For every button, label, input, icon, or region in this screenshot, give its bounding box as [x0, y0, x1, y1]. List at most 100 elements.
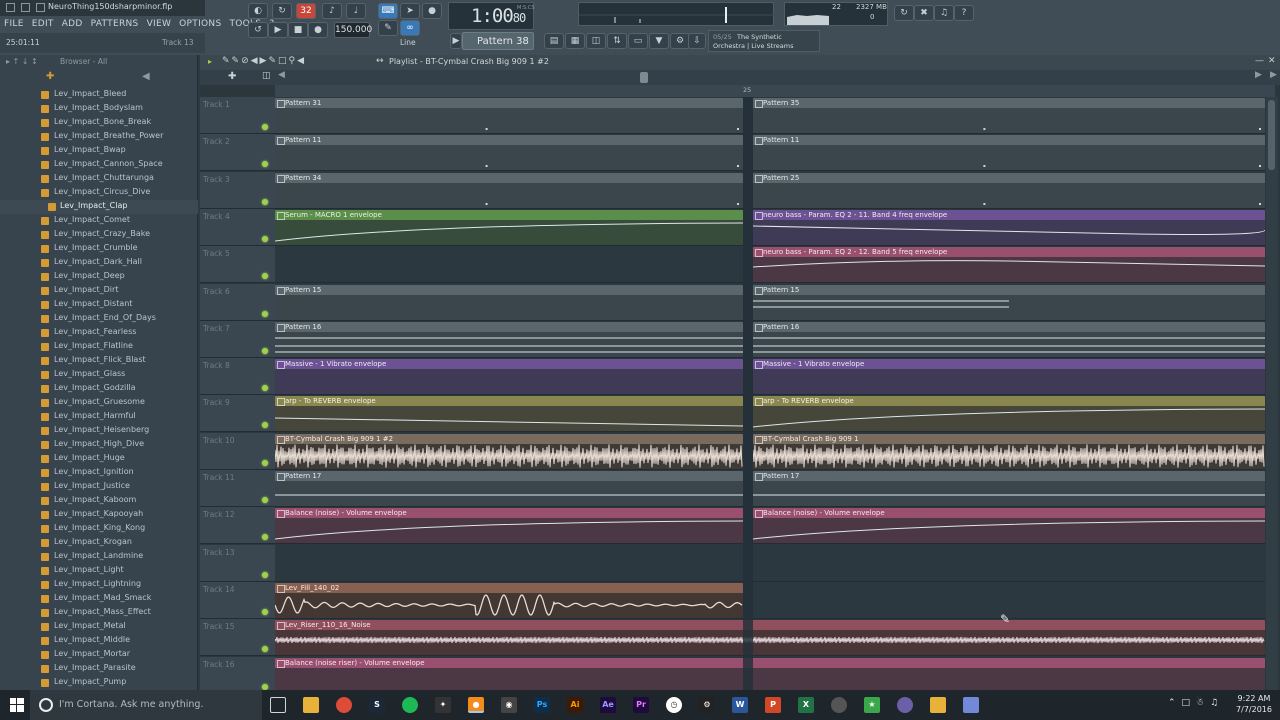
after-effects-icon[interactable]: Ae [600, 697, 616, 713]
timeline-ruler[interactable]: 25 [275, 85, 1275, 97]
playlist-clip[interactable]: Pattern 11 [275, 135, 743, 170]
steam-icon[interactable]: S [369, 697, 385, 713]
app-icon-4[interactable]: ★ [864, 697, 880, 713]
time-display[interactable]: 1:0080 M:S:CS [448, 2, 535, 30]
typing-keyboard-icon[interactable]: ⌨ [378, 3, 398, 19]
menu-add[interactable]: ADD [58, 17, 87, 31]
browser-item[interactable]: Lev_Impact_Crumble [0, 242, 198, 256]
playlist-clip[interactable]: Pattern 15 [275, 285, 743, 320]
playlist-clip[interactable]: neuro bass - Param. EQ 2 - 12. Band 5 fr… [753, 247, 1265, 282]
track-enable-led[interactable] [262, 609, 268, 615]
playlist-icon[interactable]: ▤ [544, 33, 564, 49]
track-enable-led[interactable] [262, 497, 268, 503]
track-header[interactable]: Track 7 [200, 321, 275, 358]
browser-item[interactable]: Lev_Impact_King_Kong [0, 522, 198, 536]
file-explorer-icon[interactable] [303, 697, 319, 713]
track-lane[interactable] [275, 545, 1265, 582]
track-header[interactable]: Track 3 [200, 172, 275, 209]
news-panel[interactable]: 05/25 The Synthetic Orchestra | Live Str… [708, 30, 820, 52]
download-icon[interactable]: ⇩ [688, 33, 706, 49]
track-lane[interactable]: Pattern 31 Pattern 35 [275, 97, 1265, 134]
browser-item[interactable]: Lev_Impact_Dark_Hall [0, 256, 198, 270]
microphone-icon[interactable]: ♫ [934, 5, 954, 21]
playlist-clip[interactable]: BT-Cymbal Crash Big 909 1 #2 [275, 434, 743, 469]
discord-icon[interactable] [963, 697, 979, 713]
browser-item[interactable]: Lev_Impact_Landmine [0, 550, 198, 564]
powerpoint-icon[interactable]: P [765, 697, 781, 713]
stop-icon[interactable]: ■ [288, 22, 308, 38]
excel-icon[interactable]: X [798, 697, 814, 713]
browser-item[interactable]: Lev_Impact_Krogan [0, 536, 198, 550]
speaker-icon[interactable]: ◀ [142, 71, 150, 82]
browser-item[interactable]: Lev_Impact_Circus_Dive [0, 186, 198, 200]
playlist-clip[interactable]: Balance (noise) - Volume envelope [753, 508, 1265, 543]
refresh-icon[interactable]: ↻ [894, 5, 914, 21]
playlist-clip[interactable]: Serum - MACRO 1 envelope [275, 210, 743, 245]
plugin-icon[interactable]: ▼ [649, 33, 669, 49]
scroll-left-icon[interactable]: ◀ [278, 70, 285, 80]
browser-item[interactable]: Lev_Impact_Light [0, 564, 198, 578]
chrome-icon[interactable] [336, 697, 352, 713]
app-icon-3[interactable] [831, 697, 847, 713]
loop-icon[interactable]: ↻ [272, 3, 292, 19]
track-lane[interactable]: Massive - 1 Vibrato envelope Massive - 1 … [275, 358, 1265, 395]
browser-item[interactable]: Lev_Impact_Middle [0, 634, 198, 648]
track-enable-led[interactable] [262, 572, 268, 578]
playlist-close-icon[interactable]: ✕ [1268, 56, 1276, 66]
browser-item[interactable]: Lev_Impact_Bwap [0, 144, 198, 158]
horizontal-scrollbar[interactable] [640, 72, 648, 83]
help-icon[interactable]: ? [954, 5, 974, 21]
playlist-tools-icon[interactable]: ✎✎⊘◀▶✎□⚲◀ [222, 56, 306, 66]
browser-item[interactable]: Lev_Impact_Parasite [0, 662, 198, 676]
track-enable-led[interactable] [262, 311, 268, 317]
browser-item[interactable]: Lev_Impact_Gruesome [0, 396, 198, 410]
browser-item[interactable]: Lev_Impact_Heisenberg [0, 424, 198, 438]
track-enable-led[interactable] [262, 161, 268, 167]
track-enable-led[interactable] [262, 646, 268, 652]
track-header[interactable]: Track 9 [200, 395, 275, 432]
browser-item[interactable]: Lev_Impact_Cannon_Space [0, 158, 198, 172]
maximize-icon[interactable] [21, 3, 30, 12]
spotify-icon[interactable] [402, 697, 418, 713]
track-header[interactable]: Track 11 [200, 470, 275, 507]
app-icon-5[interactable] [897, 697, 913, 713]
tools-icon[interactable]: ⚙ [670, 33, 690, 49]
menu-view[interactable]: VIEW [143, 17, 176, 31]
song-mode-icon[interactable]: ◐ [248, 3, 268, 19]
browser-item[interactable]: Lev_Impact_Kapooyah [0, 508, 198, 522]
browser-item[interactable]: Lev_Impact_Glass [0, 368, 198, 382]
piano-roll-icon[interactable]: ▦ [565, 33, 585, 49]
playlist-clip[interactable]: Massive - 1 Vibrato envelope [275, 359, 743, 394]
snap-icon[interactable]: ● [422, 3, 442, 19]
tempo-display[interactable]: 150.000 [334, 22, 372, 38]
view-toggle-icon[interactable]: ◫ [262, 71, 271, 81]
playlist-clip[interactable]: Balance (noise riser) - Volume envelope [275, 658, 1265, 693]
browser-item[interactable]: Lev_Impact_Bleed [0, 88, 198, 102]
pencil-icon[interactable]: ✎ [378, 20, 398, 36]
track-lane[interactable]: Pattern 11 Pattern 11 [275, 134, 1265, 171]
playlist-clip[interactable]: Pattern 17 [753, 471, 1265, 506]
track-enable-led[interactable] [262, 348, 268, 354]
cortana-search[interactable]: I'm Cortana. Ask me anything. [30, 690, 262, 720]
countdown-icon[interactable]: ♩ [346, 3, 366, 19]
track-lane[interactable]: Balance (noise) - Volume envelope Balance… [275, 507, 1265, 544]
track-lane[interactable]: Balance (noise riser) - Volume envelope [275, 657, 1265, 694]
track-header[interactable]: Track 12 [200, 507, 275, 544]
menu-edit[interactable]: EDIT [28, 17, 58, 31]
playlist-clip[interactable]: Pattern 16 [275, 322, 743, 357]
clock-app-icon[interactable]: ◷ [666, 697, 682, 713]
pattern-selector[interactable]: Pattern 38 [462, 32, 534, 50]
browser-item[interactable]: Lev_Impact_Flick_Blast [0, 354, 198, 368]
minimize-icon[interactable] [6, 3, 15, 12]
track-lane[interactable]: Pattern 17 Pattern 17 [275, 470, 1265, 507]
track-enable-led[interactable] [262, 422, 268, 428]
browser-item[interactable]: Lev_Impact_Dirt [0, 284, 198, 298]
premiere-icon[interactable]: Pr [633, 697, 649, 713]
track-enable-led[interactable] [262, 273, 268, 279]
channel-rack-icon[interactable]: ◫ [586, 33, 606, 49]
playlist-clip[interactable]: Lev_Riser_110_16_Noise [275, 620, 1265, 655]
track-lane[interactable]: Pattern 34 Pattern 25 [275, 172, 1265, 209]
track-lane[interactable]: BT-Cymbal Crash Big 909 1 #2 BT-Cymbal Cr… [275, 433, 1265, 470]
pattern-prev-icon[interactable]: ▶ [450, 33, 462, 49]
track-lane[interactable]: Serum - MACRO 1 envelope neuro bass - Par… [275, 209, 1265, 246]
